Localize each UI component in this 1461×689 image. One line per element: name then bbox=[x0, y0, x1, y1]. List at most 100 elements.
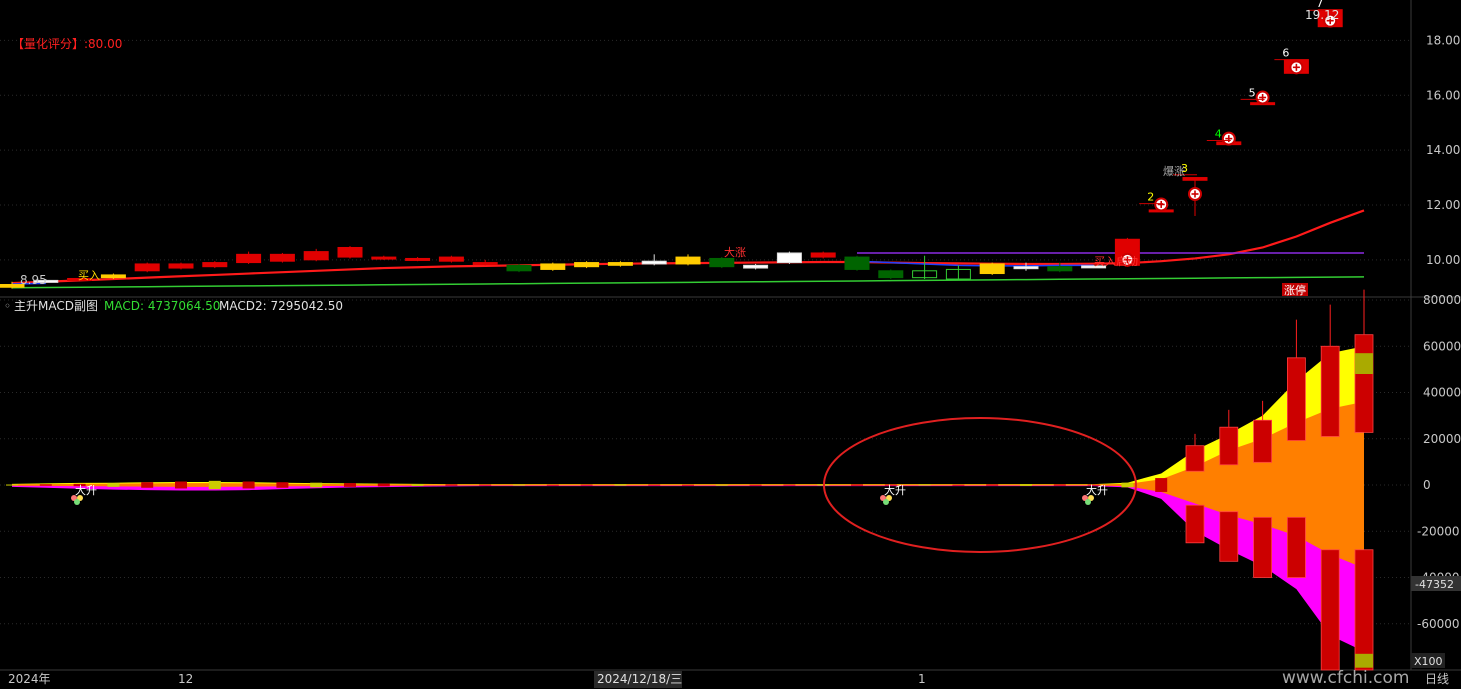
candle-body bbox=[743, 264, 769, 269]
candle-body bbox=[202, 262, 228, 268]
wave-number: 6 bbox=[1282, 47, 1289, 60]
macd-signal-label-1: 大升 bbox=[75, 483, 97, 497]
candle-body bbox=[1047, 266, 1073, 272]
candle-body bbox=[506, 264, 532, 272]
price-tick-label: 16.00 bbox=[1426, 88, 1460, 102]
macd-bar bbox=[1287, 516, 1306, 578]
macd-bar bbox=[1219, 426, 1239, 466]
candle-body bbox=[303, 251, 329, 261]
macd-bar bbox=[1185, 504, 1205, 544]
macd-bar bbox=[1185, 445, 1205, 472]
candle-body bbox=[236, 253, 262, 264]
score-label: 【量化评分】:80.00 bbox=[12, 37, 122, 51]
macd-bar bbox=[918, 484, 931, 486]
macd-bar bbox=[39, 484, 52, 486]
candle-body bbox=[1182, 177, 1208, 181]
indicator-name[interactable]: 主升MACD副图 bbox=[14, 299, 98, 313]
x-label-month-12: 12 bbox=[178, 672, 193, 686]
candle-body bbox=[776, 252, 802, 264]
macd-bar bbox=[851, 484, 863, 486]
macd-bar bbox=[276, 482, 289, 488]
watermark: www.cfchi.com bbox=[1282, 668, 1409, 688]
candle-body bbox=[574, 262, 600, 268]
macd-bar bbox=[6, 484, 18, 486]
macd-bar bbox=[1053, 484, 1066, 486]
chart-background bbox=[0, 0, 1461, 689]
candle-body bbox=[810, 252, 836, 258]
limit-up-badge: 涨停 bbox=[1284, 283, 1306, 297]
macd-bar bbox=[715, 484, 728, 486]
macd-bar bbox=[648, 484, 661, 486]
period-label[interactable]: 日线 bbox=[1425, 672, 1449, 686]
candle-body bbox=[1013, 266, 1039, 270]
macd-bar bbox=[1121, 482, 1134, 488]
candle-body bbox=[438, 256, 464, 262]
surge-signal-label: 爆涨 bbox=[1163, 164, 1185, 178]
candle-body bbox=[405, 257, 431, 261]
macd-bar bbox=[580, 484, 593, 486]
macd-bar bbox=[986, 484, 999, 486]
macd-bar bbox=[242, 481, 255, 489]
price-tick-label: 18.00 bbox=[1426, 33, 1460, 47]
stock-chart[interactable]: 10.00 12.00 14.00 16.00 18.00 80000 60000 4000… bbox=[0, 0, 1461, 689]
macd-bar bbox=[1155, 478, 1168, 492]
macd-signal-label-2: 大升 bbox=[884, 483, 906, 497]
macd-bar bbox=[377, 483, 390, 487]
macd-bar bbox=[546, 484, 559, 486]
macd-bar bbox=[479, 484, 492, 486]
macd-tick-label: 0 bbox=[1423, 478, 1431, 492]
candle-body bbox=[607, 262, 633, 266]
x-label-year: 2024年 bbox=[8, 672, 51, 686]
candle-body bbox=[337, 246, 363, 258]
candle-body bbox=[641, 260, 667, 265]
price-tick-label: 14.00 bbox=[1426, 143, 1460, 157]
candle-body bbox=[709, 257, 735, 268]
macd-value: MACD: 4737064.50 bbox=[104, 299, 220, 313]
macd-bar bbox=[1020, 484, 1032, 486]
macd-bar bbox=[1320, 345, 1340, 437]
macd2-value: MACD2: 7295042.50 bbox=[219, 299, 343, 313]
scale-badge: X100 bbox=[1414, 655, 1443, 668]
macd-bar bbox=[1253, 419, 1272, 463]
macd-bar bbox=[1354, 549, 1374, 671]
max-price-label: 19.12 bbox=[1305, 8, 1339, 22]
indicator-toggle-icon[interactable]: ◦ bbox=[4, 299, 11, 313]
macd-tick-label: 60000 bbox=[1423, 339, 1461, 353]
buy-signal-label: 买入 bbox=[78, 269, 100, 282]
macd-bar bbox=[1354, 334, 1374, 433]
macd-tick-label: 20000 bbox=[1423, 432, 1461, 446]
macd-bar bbox=[141, 482, 154, 488]
macd-bar bbox=[1287, 357, 1306, 441]
macd-tick-label: -60000 bbox=[1417, 617, 1460, 631]
macd-tick-label: 80000 bbox=[1423, 293, 1461, 307]
buy-start-label: 买入启动 bbox=[1094, 255, 1138, 268]
min-price-label: 8.95 bbox=[20, 273, 47, 287]
price-tick-label: 12.00 bbox=[1426, 198, 1460, 212]
macd-tick-label: 40000 bbox=[1423, 386, 1461, 400]
macd-bar bbox=[208, 480, 221, 490]
macd-bar bbox=[445, 484, 458, 486]
macd-bar bbox=[952, 484, 965, 486]
macd-bar bbox=[344, 483, 356, 487]
macd-bar bbox=[411, 484, 424, 486]
macd-signal-label-3: 大升 bbox=[1086, 483, 1108, 497]
macd-bar bbox=[682, 484, 694, 486]
macd-bar bbox=[513, 484, 525, 486]
rise-signal-label: 大涨 bbox=[724, 245, 746, 259]
macd-bar bbox=[783, 484, 796, 486]
macd-bar bbox=[1253, 516, 1272, 578]
wave-number: 2 bbox=[1147, 191, 1154, 204]
candle-body bbox=[844, 256, 870, 270]
macd-bar bbox=[1219, 511, 1239, 562]
macd-bar bbox=[1355, 653, 1373, 668]
macd-bar bbox=[614, 484, 627, 486]
cursor-value: -47352 bbox=[1415, 578, 1454, 591]
wave-number: 4 bbox=[1215, 128, 1222, 141]
macd-bar bbox=[175, 481, 187, 489]
candle-body bbox=[540, 263, 566, 270]
macd-bar bbox=[107, 483, 120, 487]
candle-body bbox=[371, 256, 397, 260]
candle-body bbox=[472, 262, 498, 266]
x-label-month-1: 1 bbox=[918, 672, 926, 686]
macd-bar bbox=[310, 482, 323, 488]
